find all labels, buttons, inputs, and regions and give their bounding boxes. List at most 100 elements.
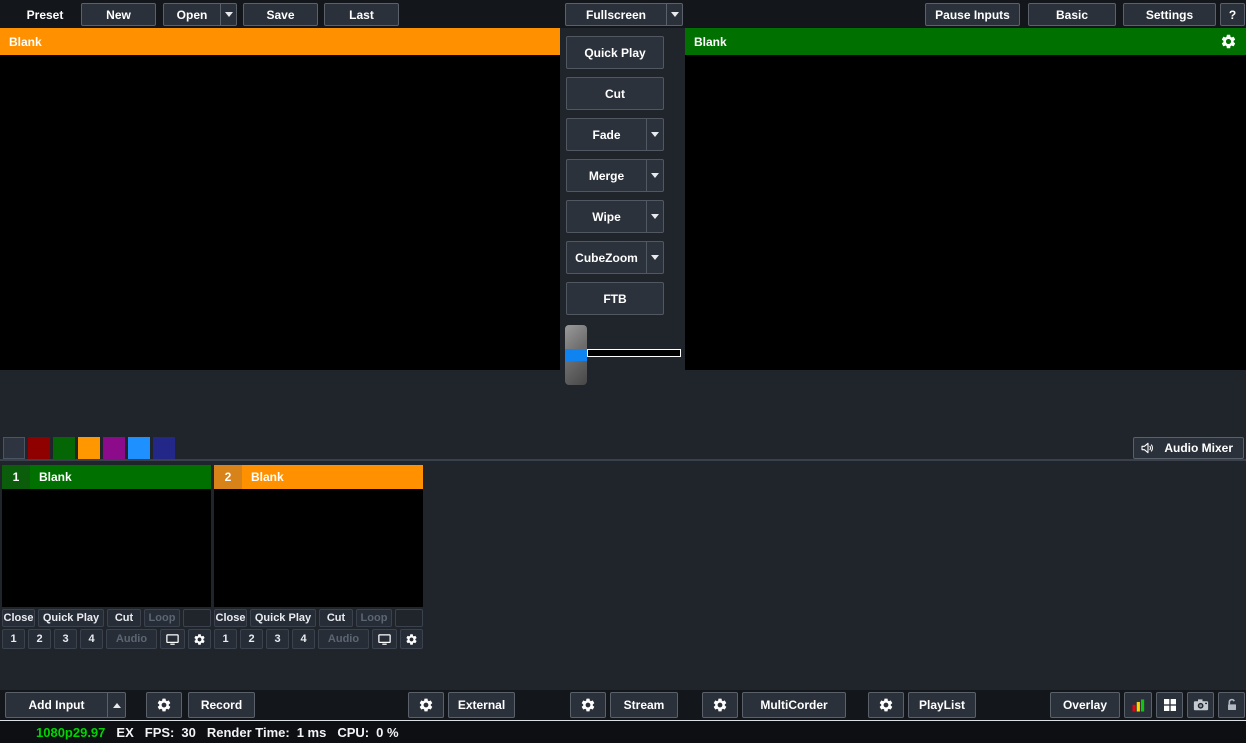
- tbar-handle[interactable]: [565, 325, 587, 385]
- overlay-button[interactable]: Overlay: [1050, 692, 1120, 718]
- input-1-cut-button[interactable]: Cut: [107, 609, 141, 627]
- settings-button[interactable]: Settings: [1123, 3, 1216, 26]
- input-2-module: 2 Blank Close Quick Play Cut Loop 1 2 3 …: [214, 465, 423, 649]
- input-1-overlay-3-button[interactable]: 3: [54, 629, 77, 649]
- multiview-grid-icon: [1162, 697, 1178, 713]
- playlist-button[interactable]: PlayList: [908, 692, 976, 718]
- fade-dropdown-arrow[interactable]: [646, 119, 663, 150]
- category-swatch-blue[interactable]: [128, 437, 150, 459]
- input-1-thumbnail[interactable]: [2, 489, 211, 607]
- input-1-header[interactable]: 1 Blank: [2, 465, 211, 489]
- multicorder-label: MultiCorder: [760, 698, 827, 712]
- open-dropdown-arrow[interactable]: [220, 4, 236, 25]
- transition-merge-button[interactable]: Merge: [566, 159, 664, 192]
- input-1-title: Blank: [30, 465, 72, 489]
- basic-mode-button[interactable]: Basic: [1028, 3, 1116, 26]
- quick-play-button[interactable]: Quick Play: [566, 36, 664, 69]
- input-2-audio-button[interactable]: Audio: [318, 629, 369, 649]
- wipe-dropdown-arrow[interactable]: [646, 201, 663, 232]
- category-swatch-orange[interactable]: [78, 437, 100, 459]
- ftb-label: FTB: [603, 292, 626, 306]
- input-1-close-button[interactable]: Close: [2, 609, 35, 627]
- performance-stats-button[interactable]: [1124, 692, 1152, 718]
- merge-dropdown-arrow[interactable]: [646, 160, 663, 191]
- ftb-button[interactable]: FTB: [566, 282, 664, 315]
- overlay-4-label: 4: [88, 633, 94, 645]
- transition-fade-button[interactable]: Fade: [566, 118, 664, 151]
- category-swatch-purple[interactable]: [103, 437, 125, 459]
- category-swatch-default[interactable]: [3, 437, 25, 459]
- add-input-label: Add Input: [6, 693, 107, 717]
- cut-button[interactable]: Cut: [566, 77, 664, 110]
- input-1-overlay-2-button[interactable]: 2: [28, 629, 51, 649]
- input-2-loop-button[interactable]: Loop: [356, 609, 392, 627]
- record-label: Record: [201, 698, 242, 712]
- program-settings-button[interactable]: [1220, 33, 1237, 50]
- cubezoom-dropdown-arrow[interactable]: [646, 242, 663, 273]
- input-2-fullscreen-output-button[interactable]: [372, 629, 397, 649]
- audio-mixer-button[interactable]: Audio Mixer: [1133, 437, 1244, 459]
- chevron-down-icon: [671, 12, 679, 17]
- transition-cubezoom-button[interactable]: CubeZoom: [566, 241, 664, 274]
- category-swatch-red[interactable]: [28, 437, 50, 459]
- input-2-settings-button[interactable]: [400, 629, 423, 649]
- speaker-icon: [1140, 440, 1156, 456]
- input-2-overlay-4-button[interactable]: 4: [292, 629, 315, 649]
- record-button[interactable]: Record: [188, 692, 255, 718]
- close-label: Close: [4, 612, 34, 624]
- input-1-audio-button[interactable]: Audio: [106, 629, 157, 649]
- output-resolution: 1080p29.97: [36, 725, 105, 740]
- new-preset-button[interactable]: New: [81, 3, 156, 26]
- input-2-close-button[interactable]: Close: [214, 609, 247, 627]
- save-preset-button[interactable]: Save: [243, 3, 318, 26]
- preview-header: Blank: [0, 28, 560, 55]
- input-2-thumbnail[interactable]: [214, 489, 423, 607]
- input-2-overlay-3-button[interactable]: 3: [266, 629, 289, 649]
- external-settings-button[interactable]: [408, 692, 444, 718]
- stream-button[interactable]: Stream: [610, 692, 678, 718]
- input-1-settings-button[interactable]: [188, 629, 211, 649]
- multicorder-settings-button[interactable]: [702, 692, 738, 718]
- cpu-label: CPU:: [337, 725, 369, 740]
- snapshot-button[interactable]: [1187, 692, 1214, 718]
- input-2-cut-button[interactable]: Cut: [319, 609, 353, 627]
- input-2-quickplay-button[interactable]: Quick Play: [250, 609, 316, 627]
- category-swatch-navy[interactable]: [153, 437, 175, 459]
- record-settings-button[interactable]: [146, 692, 182, 718]
- settings-label: Settings: [1146, 8, 1193, 22]
- multiview-button[interactable]: [1156, 692, 1183, 718]
- input-1-quickplay-button[interactable]: Quick Play: [38, 609, 104, 627]
- input-2-overlay-row: 1 2 3 4 Audio: [214, 629, 423, 649]
- chevron-down-icon: [651, 132, 659, 137]
- transition-wipe-button[interactable]: Wipe: [566, 200, 664, 233]
- last-preset-button[interactable]: Last: [324, 3, 399, 26]
- add-input-button[interactable]: Add Input: [5, 692, 126, 718]
- open-preset-button[interactable]: Open: [163, 3, 237, 26]
- external-label: External: [458, 698, 505, 712]
- performance-bars-icon: [1130, 697, 1147, 714]
- input-1-overlay-1-button[interactable]: 1: [2, 629, 25, 649]
- playlist-settings-button[interactable]: [868, 692, 904, 718]
- input-2-overlay-2-button[interactable]: 2: [240, 629, 263, 649]
- multicorder-button[interactable]: MultiCorder: [742, 692, 846, 718]
- cut-label: Cut: [115, 612, 133, 624]
- input-2-overlay-1-button[interactable]: 1: [214, 629, 237, 649]
- pause-inputs-button[interactable]: Pause Inputs: [925, 3, 1020, 26]
- audio-mixer-label: Audio Mixer: [1164, 441, 1233, 455]
- fullscreen-dropdown-arrow[interactable]: [666, 4, 682, 25]
- external-button[interactable]: External: [448, 692, 515, 718]
- input-1-overlay-4-button[interactable]: 4: [80, 629, 103, 649]
- category-swatch-green[interactable]: [53, 437, 75, 459]
- fullscreen-button[interactable]: Fullscreen: [565, 3, 683, 26]
- gear-icon: [878, 697, 894, 713]
- lock-interface-button[interactable]: [1218, 692, 1245, 718]
- stream-settings-button[interactable]: [570, 692, 606, 718]
- program-header: Blank: [685, 28, 1246, 55]
- help-button[interactable]: ?: [1220, 3, 1245, 26]
- input-1-fullscreen-output-button[interactable]: [160, 629, 185, 649]
- tbar-track[interactable]: [587, 349, 681, 357]
- quick-play-label: Quick Play: [255, 612, 311, 624]
- add-input-dropdown-arrow[interactable]: [107, 693, 125, 717]
- input-2-header[interactable]: 2 Blank: [214, 465, 423, 489]
- input-1-loop-button[interactable]: Loop: [144, 609, 180, 627]
